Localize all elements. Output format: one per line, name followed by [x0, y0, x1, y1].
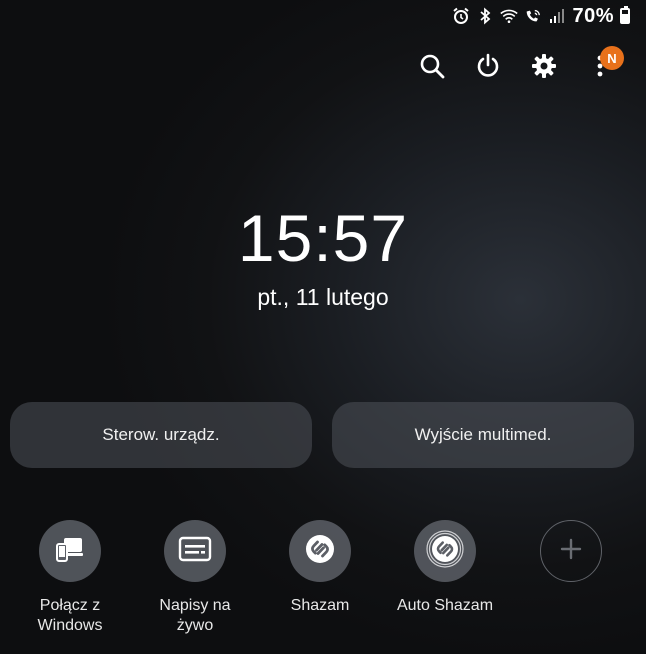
captions-icon — [178, 536, 212, 567]
search-button[interactable] — [404, 48, 460, 88]
power-icon — [475, 53, 501, 84]
plus-icon — [560, 538, 582, 565]
alarm-icon — [452, 7, 470, 25]
link-to-windows-button[interactable] — [39, 520, 101, 582]
live-caption-button[interactable] — [164, 520, 226, 582]
signal-icon — [548, 7, 566, 25]
bluetooth-icon — [476, 7, 494, 25]
wifi-icon — [500, 7, 519, 25]
status-bar: 70% — [452, 4, 630, 28]
tile-label: Połącz z Windows — [37, 597, 103, 634]
settings-button[interactable] — [516, 48, 572, 88]
battery-percent: 70% — [572, 4, 614, 27]
notification-badge: N — [600, 46, 624, 70]
shazam-icon — [303, 532, 337, 571]
media-output-button[interactable]: Wyjście multimed. — [332, 402, 634, 468]
gear-icon — [531, 53, 557, 84]
search-icon — [419, 53, 445, 84]
clock-time: 15:57 — [237, 201, 409, 275]
tile-shazam: Shazam — [260, 520, 380, 616]
device-control-button[interactable]: Sterow. urządz. — [10, 402, 312, 468]
battery-icon — [620, 6, 630, 24]
wifi-calling-icon — [524, 7, 542, 25]
add-tile-button[interactable] — [540, 520, 602, 582]
top-actions: N — [404, 46, 628, 88]
shazam-button[interactable] — [289, 520, 351, 582]
tile-live-caption: Napisy na żywo — [135, 520, 255, 636]
power-button[interactable] — [460, 48, 516, 88]
tile-label: Napisy na żywo — [159, 597, 231, 634]
more-options-button[interactable]: N — [572, 46, 628, 88]
tile-link-to-windows: Połącz z Windows — [10, 520, 130, 636]
clock-date[interactable]: pt., 11 lutego — [0, 284, 646, 311]
tile-auto-shazam: Auto Shazam — [385, 520, 505, 616]
tile-add — [511, 520, 631, 582]
auto-shazam-icon — [425, 529, 465, 574]
auto-shazam-button[interactable] — [414, 520, 476, 582]
tile-label: Auto Shazam — [396, 597, 494, 614]
tile-label: Shazam — [290, 597, 350, 614]
link-to-windows-icon — [55, 535, 85, 568]
